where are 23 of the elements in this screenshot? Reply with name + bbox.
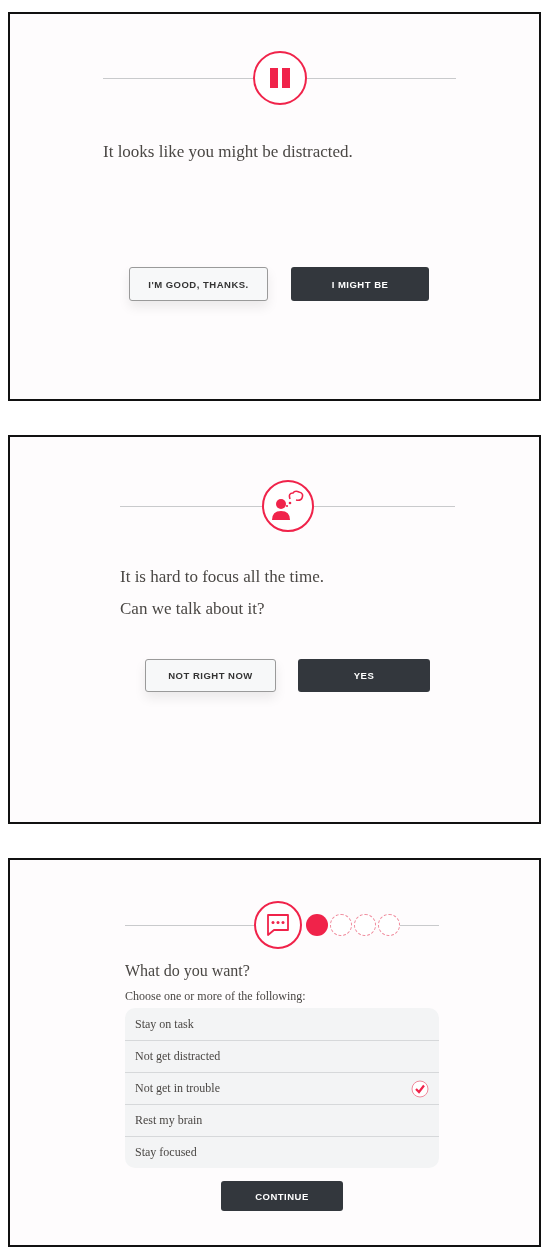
option-item[interactable]: Rest my brain xyxy=(125,1104,439,1136)
option-item[interactable]: Stay on task xyxy=(125,1008,439,1040)
option-label: Rest my brain xyxy=(135,1113,203,1128)
primary-button[interactable]: I MIGHT BE xyxy=(291,267,429,301)
option-item[interactable]: Not get distracted xyxy=(125,1040,439,1072)
option-item[interactable]: Not get in trouble xyxy=(125,1072,439,1104)
option-label: Not get in trouble xyxy=(135,1081,220,1096)
option-label: Stay on task xyxy=(135,1016,194,1032)
option-label: Stay focused xyxy=(135,1145,197,1160)
thinking-person-icon xyxy=(270,490,305,522)
primary-button[interactable]: YES xyxy=(298,659,430,692)
chat-icon xyxy=(266,913,291,937)
option-label: Not get distracted xyxy=(135,1049,221,1064)
option-item[interactable]: Stay focused xyxy=(125,1136,439,1168)
pause-icon xyxy=(268,67,291,89)
secondary-button[interactable]: NOT RIGHT NOW xyxy=(145,659,276,692)
instruction-text: Choose one or more of the following: xyxy=(125,989,307,1004)
question-text: What do you want? xyxy=(125,962,251,980)
message-text: It looks like you might be distracted. xyxy=(103,142,354,162)
message-text: It is hard to focus all the time. xyxy=(120,567,325,587)
message-text: Can we talk about it? xyxy=(120,599,266,619)
primary-button[interactable]: CONTINUE xyxy=(221,1181,343,1211)
secondary-button[interactable]: I'M GOOD, THANKS. xyxy=(129,267,268,301)
